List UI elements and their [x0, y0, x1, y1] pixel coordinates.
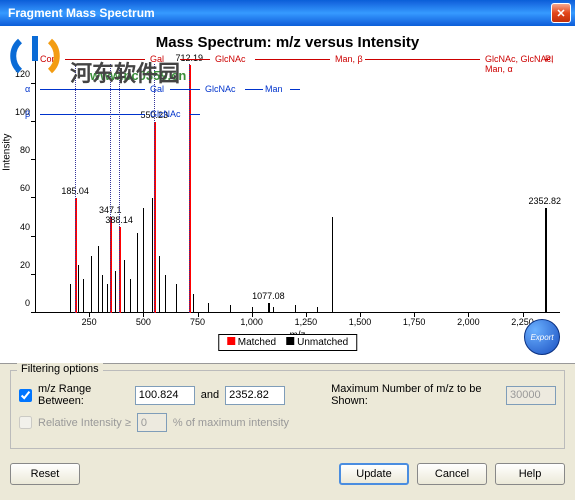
reset-button[interactable]: Reset: [10, 463, 80, 485]
y-tick: 0: [5, 298, 30, 308]
y-tick: 60: [5, 183, 30, 193]
marker-line: [75, 64, 76, 313]
peak-bar-labeled: [545, 208, 547, 313]
legend-unmatched-label: Unmatched: [297, 337, 348, 348]
peak-bar-labeled: [268, 303, 270, 313]
x-tick: 1,500: [349, 317, 372, 327]
legend-unmatched-icon: [286, 337, 294, 345]
peak-bar: [83, 279, 84, 313]
filter-panel: Filtering options m/z Range Between: and…: [0, 364, 575, 455]
y-tick: 120: [5, 69, 30, 79]
marker-line: [119, 64, 120, 313]
x-tick: 250: [82, 317, 97, 327]
peak-bar: [159, 256, 160, 313]
y-axis: [35, 54, 36, 313]
peak-bar: [332, 217, 333, 313]
legend: Matched Unmatched: [218, 334, 358, 351]
filter-fieldset: Filtering options m/z Range Between: and…: [10, 370, 565, 449]
window-title: Fragment Mass Spectrum: [4, 6, 551, 20]
x-tick: 1,250: [295, 317, 318, 327]
range-label: m/z Range Between:: [38, 383, 129, 407]
peak-bar: [70, 284, 71, 313]
x-axis: [35, 312, 560, 313]
alpha-man: Man: [265, 84, 283, 94]
peak-bar: [130, 279, 131, 313]
marker-line: [154, 64, 155, 313]
relative-input: [137, 413, 167, 432]
relative-label: Relative Intensity ≥: [38, 417, 131, 429]
help-button[interactable]: Help: [495, 463, 565, 485]
peak-bar: [78, 265, 79, 313]
plot-area[interactable]: Intensity m/z 0204060801001202505007501,…: [35, 54, 560, 313]
range-checkbox[interactable]: [19, 389, 32, 402]
cancel-button[interactable]: Cancel: [417, 463, 487, 485]
peak-label: 2352.82: [528, 196, 561, 206]
y-tick: 80: [5, 145, 30, 155]
watermark-text: 河东软件园: [70, 56, 180, 88]
peak-bar: [91, 256, 92, 313]
peak-bar: [295, 305, 296, 313]
peak-bar: [230, 305, 231, 313]
peak-bar: [124, 260, 125, 314]
update-button[interactable]: Update: [339, 463, 409, 485]
y-tick: 40: [5, 222, 30, 232]
alpha-glcnac: GlcNAc: [205, 84, 236, 94]
peak-bar: [102, 275, 103, 313]
range-min-input[interactable]: [135, 386, 195, 405]
x-tick: 1,000: [240, 317, 263, 327]
peak-bar: [137, 233, 138, 313]
close-button[interactable]: ✕: [551, 3, 571, 23]
peak-bar: [273, 307, 274, 313]
x-tick: 500: [136, 317, 151, 327]
y-tick: 20: [5, 260, 30, 270]
chart-area: www.pc0359.cn 河东软件园 Mass Spectrum: m/z v…: [0, 26, 575, 364]
button-row: Reset Update Cancel Help: [0, 455, 575, 493]
peak-bar: [165, 275, 166, 313]
alpha-label: α: [25, 84, 30, 94]
titlebar: Fragment Mass Spectrum ✕: [0, 0, 575, 26]
peak-bar: [208, 303, 209, 313]
chart-title: Mass Spectrum: m/z versus Intensity: [0, 26, 575, 53]
legend-matched-icon: [227, 337, 235, 345]
peak-label: 1077.08: [252, 291, 285, 301]
peak-bar: [152, 198, 153, 313]
x-tick: 1,750: [403, 317, 426, 327]
top-annotation: Core: [40, 54, 60, 64]
peak-bar: [317, 307, 318, 313]
beta-label: β: [25, 109, 30, 119]
export-button[interactable]: Export: [524, 319, 560, 355]
max-label: Maximum Number of m/z to be Shown:: [331, 383, 500, 407]
relative-suffix: % of maximum intensity: [173, 417, 289, 429]
peak-bar: [176, 284, 177, 313]
peak-bar: [143, 208, 144, 313]
peak-bar: [107, 284, 108, 313]
max-input: [506, 386, 556, 405]
x-tick: 750: [190, 317, 205, 327]
top-annotation: Man, β: [335, 54, 363, 64]
x-tick: 2,000: [457, 317, 480, 327]
range-max-input[interactable]: [225, 386, 285, 405]
legend-matched-label: Matched: [238, 337, 276, 348]
peak-bar: [252, 307, 253, 313]
filter-heading: Filtering options: [17, 363, 103, 375]
peak-bar: [115, 271, 116, 313]
range-and: and: [201, 389, 219, 401]
marker-line: [189, 64, 190, 313]
peak-bar: [98, 246, 99, 313]
relative-checkbox: [19, 416, 32, 429]
marker-line: [110, 64, 111, 313]
top-annotation: GlcNAc: [215, 54, 246, 64]
peak-bar: [193, 294, 194, 313]
